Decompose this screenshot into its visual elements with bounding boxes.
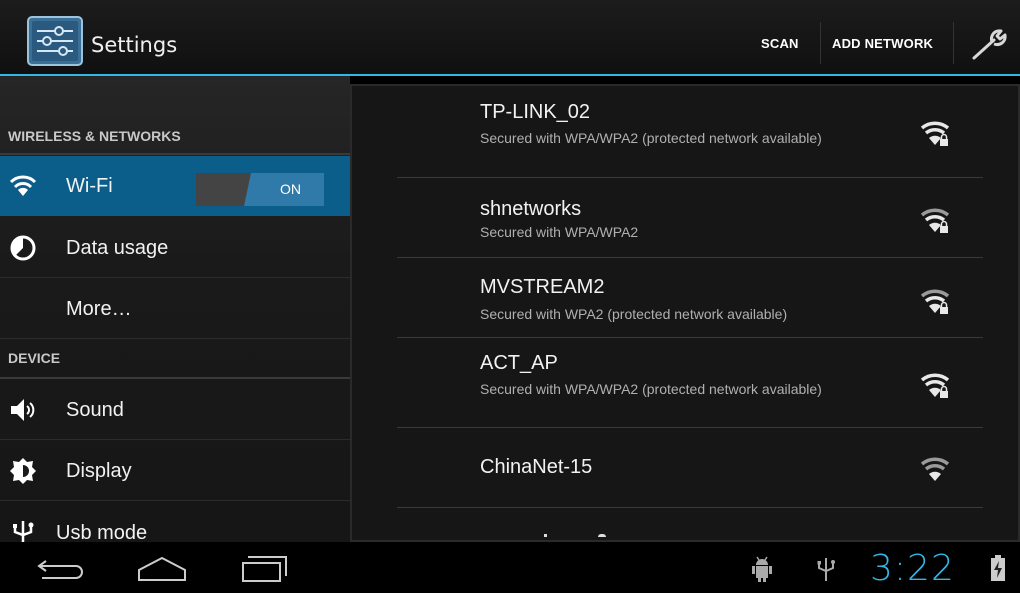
section-header-device: DEVICE <box>0 350 350 379</box>
wifi-signal-locked-icon <box>920 373 950 398</box>
wifi-toggle[interactable]: ON <box>196 173 324 206</box>
usb-icon <box>13 521 34 542</box>
network-status: Secured with WPA/WPA2 (protected network… <box>480 381 822 397</box>
recent-apps-icon[interactable] <box>240 554 290 584</box>
network-ssid: shnetworks <box>480 198 582 220</box>
network-status: Secured with WPA/WPA2 (protected network… <box>480 130 822 146</box>
sidebar-item-label: Wi-Fi <box>66 175 113 197</box>
scan-button[interactable]: SCAN <box>761 36 799 51</box>
list-item[interactable]: TP-LINK_02 Secured with WPA/WPA2 (protec… <box>397 86 983 178</box>
brightness-icon <box>10 458 36 484</box>
wifi-signal-locked-icon <box>920 208 950 233</box>
section-header-wireless: WIRELESS & NETWORKS <box>0 128 350 155</box>
toggle-label: ON <box>280 181 301 197</box>
add-network-button[interactable]: ADD NETWORK <box>832 36 933 51</box>
system-bar <box>0 542 1020 593</box>
list-item[interactable]: shnetworks Secured with WPA/WPA2 <box>397 178 983 258</box>
wifi-signal-locked-icon <box>920 289 950 314</box>
wifi-signal-locked-icon <box>920 121 950 146</box>
list-item[interactable] <box>397 508 983 540</box>
wrench-icon[interactable] <box>970 26 1010 62</box>
sidebar-item-data-usage[interactable]: Data usage <box>0 218 350 278</box>
sidebar-item-label: More… <box>66 298 132 320</box>
wifi-icon <box>9 175 37 196</box>
divider <box>953 22 954 64</box>
network-ssid: ChinaNet-15 <box>480 456 593 478</box>
usb-icon <box>817 558 835 581</box>
network-status: Secured with WPA/WPA2 <box>480 224 639 240</box>
network-ssid: TP-LINK_02 <box>480 101 591 123</box>
sidebar-item-label: Sound <box>66 399 124 421</box>
network-ssid: ACT_AP <box>480 352 558 374</box>
sidebar-item-display[interactable]: Display <box>0 441 350 501</box>
battery-charging-icon <box>991 555 1005 581</box>
divider <box>0 153 350 155</box>
sidebar-item-sound[interactable]: Sound <box>0 380 350 440</box>
status-clock: 3:22 <box>870 548 955 589</box>
list-item[interactable]: ChinaNet-15 <box>397 428 983 508</box>
data-usage-icon <box>10 235 36 261</box>
settings-sidebar: WIRELESS & NETWORKS Wi-Fi ON Data usage … <box>0 76 350 542</box>
wifi-signal-icon <box>920 457 950 481</box>
wifi-network-list: TP-LINK_02 Secured with WPA/WPA2 (protec… <box>350 84 1020 542</box>
list-item[interactable]: ACT_AP Secured with WPA/WPA2 (protected … <box>397 338 983 428</box>
network-ssid: MVSTREAM2 <box>480 276 605 298</box>
app-title: Settings <box>91 33 178 57</box>
sidebar-item-more[interactable]: More… <box>0 279 350 339</box>
settings-icon[interactable] <box>27 16 83 66</box>
sidebar-item-label: Usb mode <box>56 522 148 542</box>
sidebar-item-usb-mode[interactable]: Usb mode <box>0 502 350 542</box>
android-debug-icon <box>752 556 772 582</box>
section-header-label: WIRELESS & NETWORKS <box>8 128 181 144</box>
home-icon[interactable] <box>136 554 188 582</box>
divider <box>820 22 821 64</box>
action-bar: Settings SCAN ADD NETWORK <box>0 0 1020 76</box>
network-status: Secured with WPA2 (protected network ava… <box>480 306 788 322</box>
section-header-label: DEVICE <box>8 350 61 366</box>
sidebar-item-label: Data usage <box>66 237 169 259</box>
back-icon[interactable] <box>36 557 86 581</box>
speaker-icon <box>11 399 35 421</box>
network-ssid-clipped <box>480 534 620 538</box>
sidebar-item-label: Display <box>66 460 132 482</box>
divider <box>0 377 350 379</box>
list-item[interactable]: MVSTREAM2 Secured with WPA2 (protected n… <box>397 258 983 338</box>
